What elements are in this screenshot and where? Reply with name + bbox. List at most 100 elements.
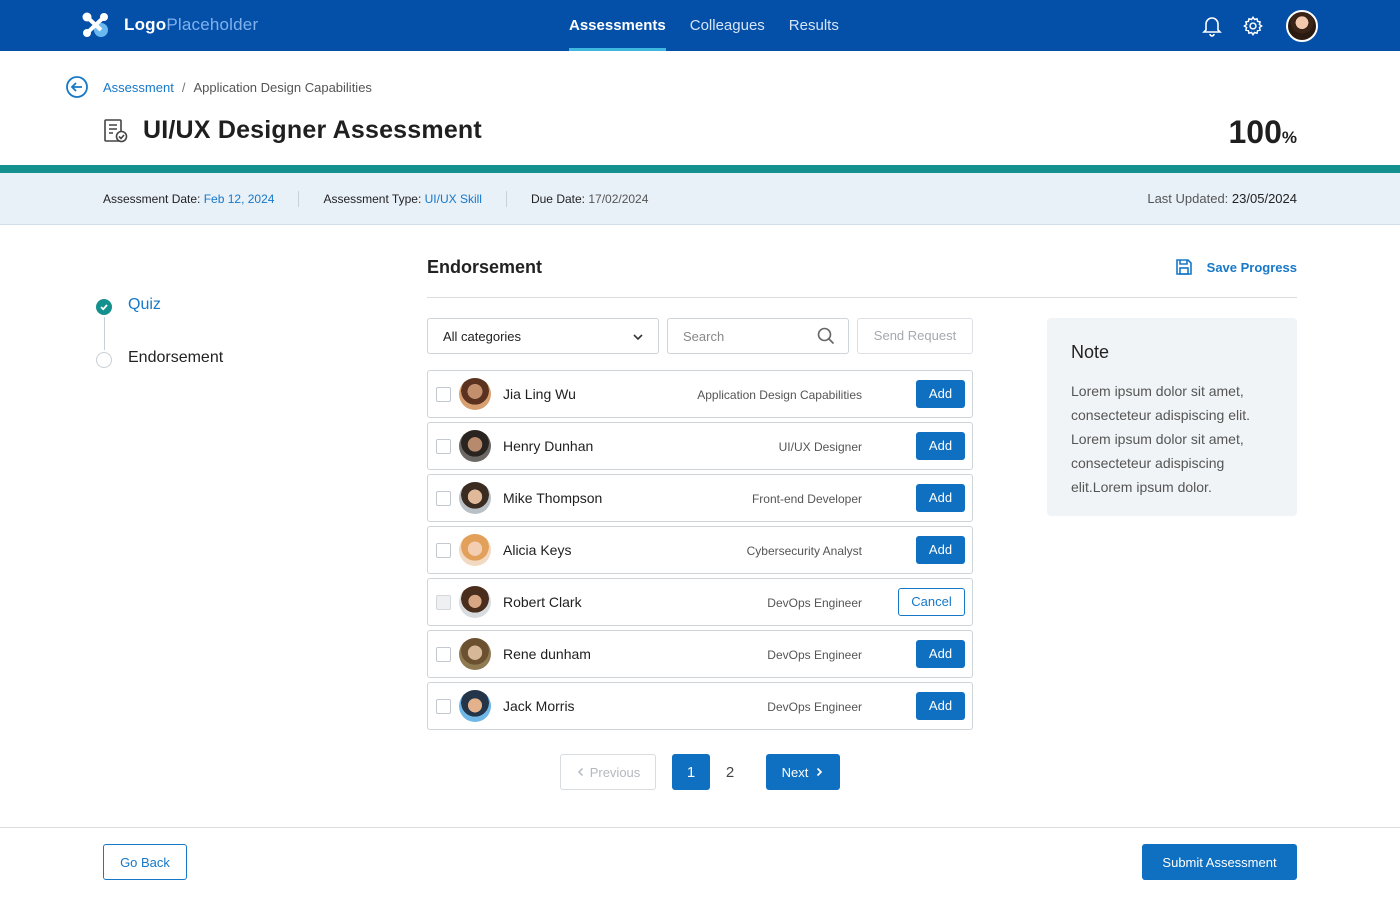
- list-item: Alicia Keys Cybersecurity Analyst Add: [427, 526, 973, 574]
- avatar: [459, 430, 491, 462]
- breadcrumb-assessment[interactable]: Assessment: [103, 80, 174, 95]
- row-checkbox[interactable]: [436, 491, 451, 506]
- step-connector: [103, 317, 105, 350]
- due-date-value: 17/02/2024: [588, 192, 649, 206]
- colleague-name: Henry Dunhan: [503, 438, 594, 454]
- progress-bar-fill: [0, 165, 1400, 173]
- row-checkbox[interactable]: [436, 387, 451, 402]
- colleague-name: Alicia Keys: [503, 542, 572, 558]
- breadcrumb-current: Application Design Capabilities: [193, 80, 372, 95]
- colleague-name: Mike Thompson: [503, 490, 603, 506]
- add-button[interactable]: Add: [916, 692, 965, 720]
- note-body: Lorem ipsum dolor sit amet, consecteteur…: [1071, 383, 1250, 495]
- row-checkbox[interactable]: [436, 439, 451, 454]
- chevron-left-icon: [577, 767, 583, 777]
- main-nav: Assessments Colleagues Results: [569, 0, 863, 51]
- previous-page-button[interactable]: Previous: [560, 754, 656, 790]
- colleague-name: Jack Morris: [503, 698, 575, 714]
- row-checkbox[interactable]: [436, 543, 451, 558]
- logo[interactable]: LogoPlaceholder: [82, 12, 258, 38]
- footer-divider: [0, 827, 1400, 828]
- note-panel: Note Lorem ipsum dolor sit amet, consect…: [1047, 318, 1297, 516]
- assessment-type: Assessment Type: UI/UX Skill: [323, 191, 507, 207]
- page-2-button[interactable]: 2: [711, 754, 749, 790]
- logo-text-bold: Logo: [124, 15, 167, 34]
- colleague-name: Robert Clark: [503, 594, 582, 610]
- row-checkbox[interactable]: [436, 699, 451, 714]
- row-checkbox: [436, 595, 451, 610]
- submit-assessment-button[interactable]: Submit Assessment: [1142, 844, 1297, 880]
- step-quiz[interactable]: Quiz: [96, 296, 223, 350]
- colleague-role: DevOps Engineer: [767, 596, 862, 610]
- assessment-date: Assessment Date: Feb 12, 2024: [103, 191, 300, 207]
- avatar: [459, 690, 491, 722]
- list-item: Jack Morris DevOps Engineer Add: [427, 682, 973, 730]
- add-button[interactable]: Add: [916, 432, 965, 460]
- list-item: Henry Dunhan UI/UX Designer Add: [427, 422, 973, 470]
- colleague-role: Application Design Capabilities: [697, 388, 862, 402]
- go-back-button[interactable]: Go Back: [103, 844, 187, 880]
- avatar: [459, 378, 491, 410]
- due-date-label: Due Date:: [530, 192, 585, 206]
- chevron-down-icon: [633, 334, 643, 341]
- avatar: [459, 534, 491, 566]
- logo-icon: [82, 12, 108, 37]
- cancel-button[interactable]: Cancel: [898, 588, 965, 616]
- section-title: Endorsement: [427, 257, 543, 277]
- add-button[interactable]: Add: [916, 640, 965, 668]
- top-actions: [1183, 10, 1318, 42]
- last-updated-value: 23/05/2024: [1231, 191, 1297, 206]
- step-endorsement[interactable]: Endorsement: [96, 349, 223, 402]
- add-button[interactable]: Add: [916, 380, 965, 408]
- top-navbar: LogoPlaceholder Assessments Colleagues R…: [0, 0, 1400, 51]
- avatar: [459, 638, 491, 670]
- progress-bar: [0, 165, 1400, 173]
- bell-icon[interactable]: [1200, 14, 1224, 38]
- last-updated: Last Updated: 23/05/2024: [1147, 191, 1297, 206]
- category-select-value: All categories: [443, 329, 522, 344]
- next-label: Next: [781, 764, 809, 780]
- save-progress-label: Save Progress: [1206, 259, 1297, 275]
- save-progress-button[interactable]: Save Progress: [1175, 258, 1297, 276]
- assessment-icon: [103, 118, 129, 149]
- section-divider: [427, 297, 1297, 298]
- list-item: Robert Clark DevOps Engineer Cancel: [427, 578, 973, 626]
- colleague-list: Jia Ling Wu Application Design Capabilit…: [427, 370, 973, 734]
- assessment-date-value: Feb 12, 2024: [203, 192, 275, 206]
- user-avatar[interactable]: [1286, 10, 1318, 42]
- completion-percent: 100%: [1228, 114, 1297, 151]
- add-button[interactable]: Add: [916, 484, 965, 512]
- gear-icon[interactable]: [1241, 14, 1265, 38]
- previous-label: Previous: [589, 764, 641, 780]
- colleague-role: DevOps Engineer: [767, 700, 862, 714]
- note-title: Note: [1071, 342, 1110, 362]
- nav-assessments[interactable]: Assessments: [569, 0, 666, 51]
- colleague-role: UI/UX Designer: [778, 440, 862, 454]
- category-select[interactable]: All categories: [427, 318, 659, 354]
- next-page-button[interactable]: Next: [766, 754, 840, 790]
- back-arrow-icon[interactable]: [66, 76, 88, 98]
- list-item: Rene dunham DevOps Engineer Add: [427, 630, 973, 678]
- row-checkbox[interactable]: [436, 647, 451, 662]
- add-button[interactable]: Add: [916, 536, 965, 564]
- nav-colleagues[interactable]: Colleagues: [690, 0, 765, 51]
- search-icon[interactable]: [817, 327, 835, 345]
- avatar: [459, 586, 491, 618]
- due-date: Due Date: 17/02/2024: [531, 191, 672, 207]
- colleague-name: Rene dunham: [503, 646, 591, 662]
- assessment-type-label: Assessment Type:: [323, 192, 422, 206]
- avatar: [459, 482, 491, 514]
- colleague-name: Jia Ling Wu: [503, 386, 576, 402]
- nav-results[interactable]: Results: [789, 0, 839, 51]
- breadcrumb-separator: /: [181, 80, 186, 95]
- assessment-type-value: UI/UX Skill: [424, 192, 482, 206]
- page-1-button[interactable]: 1: [672, 754, 710, 790]
- step-endorsement-label: Endorsement: [128, 349, 224, 366]
- page-title: UI/UX Designer Assessment: [143, 116, 482, 144]
- step-navigator: Quiz Endorsement: [96, 296, 223, 402]
- breadcrumb: Assessment / Application Design Capabiliti…: [103, 80, 372, 95]
- step-quiz-label: Quiz: [128, 296, 161, 313]
- list-item: Mike Thompson Front-end Developer Add: [427, 474, 973, 522]
- send-request-button[interactable]: Send Request: [857, 318, 973, 354]
- assessment-info-bar: Assessment Date: Feb 12, 2024 Assessment…: [0, 173, 1400, 225]
